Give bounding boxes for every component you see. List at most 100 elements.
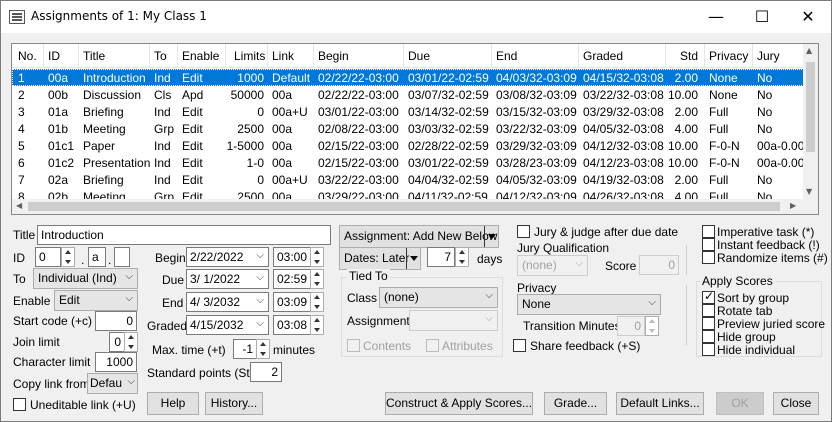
column-header[interactable]: Enable bbox=[182, 49, 219, 63]
close-button[interactable]: Close bbox=[773, 392, 819, 415]
randomize-items-checkbox[interactable] bbox=[702, 251, 715, 264]
minimize-button[interactable]: — bbox=[693, 1, 739, 33]
contents-checkbox[interactable] bbox=[347, 339, 360, 352]
char-limit-input[interactable]: 1000 bbox=[95, 352, 137, 372]
horizontal-scrollbar[interactable]: ◀ ▶ bbox=[12, 199, 818, 214]
jury-qualification-select[interactable]: (none) ⌵ bbox=[517, 255, 588, 276]
begin-time-input[interactable]: 03:00 bbox=[273, 247, 311, 267]
column-header[interactable]: Privacy bbox=[709, 49, 748, 63]
days-spinner[interactable] bbox=[455, 247, 469, 267]
column-separator[interactable] bbox=[665, 44, 666, 68]
column-separator[interactable] bbox=[149, 44, 150, 68]
column-header[interactable]: Std bbox=[668, 49, 698, 63]
scroll-down-icon[interactable]: ▼ bbox=[806, 187, 812, 196]
id-number-spinner[interactable] bbox=[61, 247, 75, 267]
vertical-scrollbar[interactable]: ▲ ▼ bbox=[803, 44, 818, 200]
id-part-input[interactable]: a bbox=[88, 247, 106, 267]
column-header[interactable]: Begin bbox=[318, 49, 349, 63]
column-separator[interactable] bbox=[267, 44, 268, 68]
dates-later-button[interactable]: Dates: Later bbox=[339, 247, 421, 270]
column-separator[interactable] bbox=[704, 44, 705, 68]
due-date-picker[interactable]: 3/ 1/2022 ⌵ bbox=[186, 269, 269, 289]
jury-after-due-checkbox[interactable] bbox=[517, 225, 530, 238]
assignment-add-button[interactable]: Assignment: Add New Below bbox=[339, 225, 499, 248]
transition-minutes-input[interactable]: 0 bbox=[617, 316, 645, 336]
column-header[interactable]: Title bbox=[83, 49, 105, 63]
graded-time-input[interactable]: 03:08 bbox=[273, 315, 311, 335]
graded-date-picker[interactable]: 4/15/2032 ⌵ bbox=[186, 315, 269, 335]
title-input[interactable]: Introduction bbox=[37, 225, 331, 245]
score-input[interactable]: 0 bbox=[639, 255, 679, 275]
instant-feedback-checkbox[interactable] bbox=[702, 238, 715, 251]
hide-group-checkbox[interactable] bbox=[702, 330, 715, 343]
assignment-select[interactable]: ⌵ bbox=[409, 310, 498, 331]
hscroll-thumb[interactable] bbox=[28, 202, 780, 211]
share-feedback-checkbox[interactable] bbox=[513, 339, 526, 352]
to-select[interactable]: Individual (Ind) ⌵ bbox=[33, 268, 138, 289]
end-time-spinner[interactable] bbox=[310, 292, 324, 312]
begin-time-spinner[interactable] bbox=[310, 247, 324, 267]
table-row[interactable]: 1 00a Introduction Ind Edit 1000 Default 02/22/… bbox=[12, 69, 804, 86]
attributes-checkbox[interactable] bbox=[426, 339, 439, 352]
column-header[interactable]: No. bbox=[18, 49, 37, 63]
copy-link-select[interactable]: Defau ⌵ bbox=[87, 373, 138, 394]
column-separator[interactable] bbox=[313, 44, 314, 68]
default-links-button[interactable]: Default Links... bbox=[616, 392, 704, 415]
column-header[interactable]: Graded bbox=[583, 49, 623, 63]
column-separator[interactable] bbox=[177, 44, 178, 68]
table-row[interactable]: 2 00b Discussion Cls Apd 50000 00a 02/22/22-03:… bbox=[12, 86, 804, 103]
column-header[interactable]: End bbox=[496, 49, 517, 63]
scroll-thumb[interactable] bbox=[806, 62, 815, 152]
imperative-task-checkbox[interactable] bbox=[702, 225, 715, 238]
hide-individual-checkbox[interactable] bbox=[702, 343, 715, 356]
column-separator[interactable] bbox=[752, 44, 753, 68]
id-part2-input[interactable] bbox=[114, 247, 130, 267]
scroll-right-icon[interactable]: ▶ bbox=[790, 201, 796, 210]
column-header[interactable]: To bbox=[154, 49, 167, 63]
enable-select[interactable]: Edit ⌵ bbox=[54, 290, 138, 311]
join-limit-input[interactable]: 0 bbox=[109, 332, 125, 352]
column-header[interactable]: Due bbox=[408, 49, 430, 63]
column-header[interactable]: Jury bbox=[757, 49, 780, 63]
column-separator[interactable] bbox=[225, 44, 226, 68]
table-row[interactable]: 5 01c1 Paper Ind Edit 1-5000 00a 02/15/22-03:00… bbox=[12, 137, 804, 154]
column-header[interactable]: ID bbox=[48, 49, 60, 63]
due-time-input[interactable]: 02:59 bbox=[273, 269, 311, 289]
column-separator[interactable] bbox=[491, 44, 492, 68]
id-number-input[interactable]: 0 bbox=[35, 247, 61, 267]
due-time-spinner[interactable] bbox=[310, 269, 324, 289]
table-row[interactable]: 4 01b Meeting Grp Edit 2500 00a 02/08/22-03:00 0… bbox=[12, 120, 804, 137]
history-button[interactable]: History... bbox=[205, 392, 263, 415]
column-header[interactable]: Link bbox=[272, 49, 294, 63]
scroll-left-icon[interactable]: ◀ bbox=[16, 201, 22, 210]
uneditable-link-checkbox[interactable] bbox=[13, 398, 26, 411]
table-row[interactable]: 7 02a Briefing Ind Edit 0 00a+U 03/22/22-03:00 0… bbox=[12, 171, 804, 188]
column-separator[interactable] bbox=[78, 44, 79, 68]
end-date-picker[interactable]: 4/ 3/2032 ⌵ bbox=[186, 292, 269, 312]
grade-button[interactable]: Grade... bbox=[544, 392, 607, 415]
preview-juried-score-checkbox[interactable] bbox=[702, 317, 715, 330]
close-window-button[interactable]: ✕ bbox=[785, 1, 831, 33]
column-separator[interactable] bbox=[578, 44, 579, 68]
construct-apply-scores-button[interactable]: Construct & Apply Scores... bbox=[385, 392, 533, 415]
table-row[interactable]: 3 01a Briefing Ind Edit 0 00a+U 03/01/22-03:00 0… bbox=[12, 103, 804, 120]
column-separator[interactable] bbox=[43, 44, 44, 68]
join-limit-spinner[interactable] bbox=[124, 332, 138, 352]
max-time-input[interactable]: -1 bbox=[233, 339, 257, 359]
assignments-table[interactable]: No. ID Title To Enable Limits Link Begin Due End G… bbox=[11, 43, 819, 215]
days-input[interactable]: 7 bbox=[427, 247, 455, 267]
start-code-input[interactable]: 0 bbox=[95, 311, 137, 331]
table-row[interactable]: 6 01c2 Presentation Ind Edit 1-0 00a 02/15/22-0… bbox=[12, 154, 804, 171]
privacy-select[interactable]: None ⌵ bbox=[517, 294, 661, 315]
ok-button[interactable]: OK bbox=[716, 392, 764, 415]
column-header[interactable]: Limits bbox=[234, 49, 265, 63]
sort-by-group-checkbox[interactable] bbox=[702, 289, 715, 304]
begin-date-picker[interactable]: 2/22/2022 ⌵ bbox=[186, 247, 269, 267]
max-time-spinner[interactable] bbox=[256, 339, 270, 359]
help-button[interactable]: Help bbox=[147, 392, 199, 415]
std-points-input[interactable]: 2 bbox=[250, 362, 282, 382]
transition-minutes-spinner[interactable] bbox=[645, 316, 659, 336]
rotate-tab-checkbox[interactable] bbox=[702, 304, 715, 317]
scroll-up-icon[interactable]: ▲ bbox=[806, 46, 812, 55]
end-time-input[interactable]: 03:09 bbox=[273, 292, 311, 312]
